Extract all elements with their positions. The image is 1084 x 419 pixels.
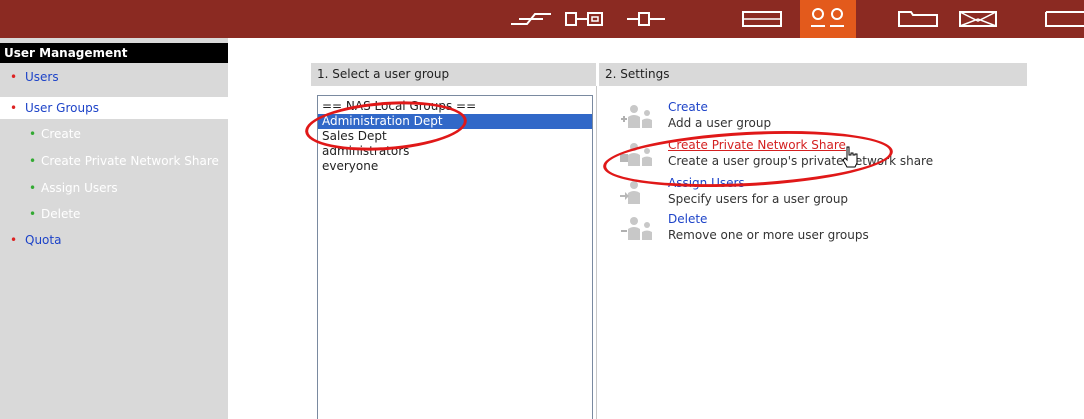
sidebar-item-users[interactable]: • Users <box>0 66 228 88</box>
hand-cursor-icon <box>842 146 858 168</box>
group-option[interactable]: everyone <box>318 159 592 174</box>
remove-group-icon <box>621 217 652 240</box>
bullet-icon: • <box>29 181 37 195</box>
sidebar-item-label[interactable]: User Groups <box>25 97 99 119</box>
storage-icon[interactable] <box>741 9 785 29</box>
action-desc: Specify users for a user group <box>668 192 849 206</box>
bullet-icon: • <box>10 233 18 247</box>
sidebar-item-label[interactable]: Create <box>41 123 81 145</box>
sidebar-item-create[interactable]: • Create <box>0 123 228 145</box>
sidebar-item-label[interactable]: Assign Users <box>41 177 118 199</box>
network-share-icon <box>620 143 652 166</box>
user-group-listbox[interactable]: == NAS Local Groups == Administration De… <box>317 95 593 419</box>
more-icon[interactable] <box>1044 9 1084 29</box>
sidebar-item-user-groups[interactable]: • User Groups <box>0 97 228 119</box>
action-desc: Add a user group <box>668 116 772 130</box>
bullet-icon: • <box>29 207 37 221</box>
network-icon[interactable] <box>509 9 553 29</box>
bullet-icon: • <box>29 154 37 168</box>
hardware-icon[interactable] <box>564 9 608 29</box>
add-group-icon <box>621 105 652 128</box>
assign-users-icon <box>620 181 640 204</box>
sidebar-item-delete[interactable]: • Delete <box>0 203 228 225</box>
mail-icon[interactable] <box>958 9 1002 29</box>
sidebar-title: User Management <box>0 43 228 63</box>
sidebar-item-create-private-network-share[interactable]: • Create Private Network Share <box>0 150 228 172</box>
sidebar-item-assign-users[interactable]: • Assign Users <box>0 177 228 199</box>
folder-icon[interactable] <box>897 9 941 29</box>
bullet-icon: • <box>10 70 18 84</box>
sidebar-item-quota[interactable]: • Quota <box>0 229 228 251</box>
bullet-icon: • <box>10 101 18 115</box>
sidebar-item-label[interactable]: Quota <box>25 229 61 251</box>
action-title[interactable]: Create Private Network Share <box>668 138 846 152</box>
step1-heading: 1. Select a user group <box>311 63 596 86</box>
action-title[interactable]: Create <box>668 100 708 114</box>
system-icon[interactable] <box>625 9 669 29</box>
group-option-selected[interactable]: Administration Dept <box>318 114 592 129</box>
sidebar-item-label[interactable]: Users <box>25 66 59 88</box>
action-title[interactable]: Delete <box>668 212 707 226</box>
action-desc: Remove one or more user groups <box>668 228 869 242</box>
bullet-icon: • <box>29 127 37 141</box>
sidebar: User Management • Users • User Groups • … <box>0 38 228 419</box>
group-option[interactable]: Sales Dept <box>318 129 592 144</box>
sidebar-item-label[interactable]: Create Private Network Share <box>41 150 219 172</box>
sidebar-item-label[interactable]: Delete <box>41 203 80 225</box>
step2-heading: 2. Settings <box>599 63 1027 86</box>
group-option[interactable]: == NAS Local Groups == <box>318 99 592 114</box>
users-icon[interactable] <box>800 0 856 38</box>
column-divider <box>596 86 597 419</box>
top-navigation-bar <box>0 0 1084 38</box>
group-option[interactable]: administrators <box>318 144 592 159</box>
action-desc: Create a user group's private network sh… <box>668 154 934 168</box>
action-title[interactable]: Assign Users <box>668 176 745 190</box>
